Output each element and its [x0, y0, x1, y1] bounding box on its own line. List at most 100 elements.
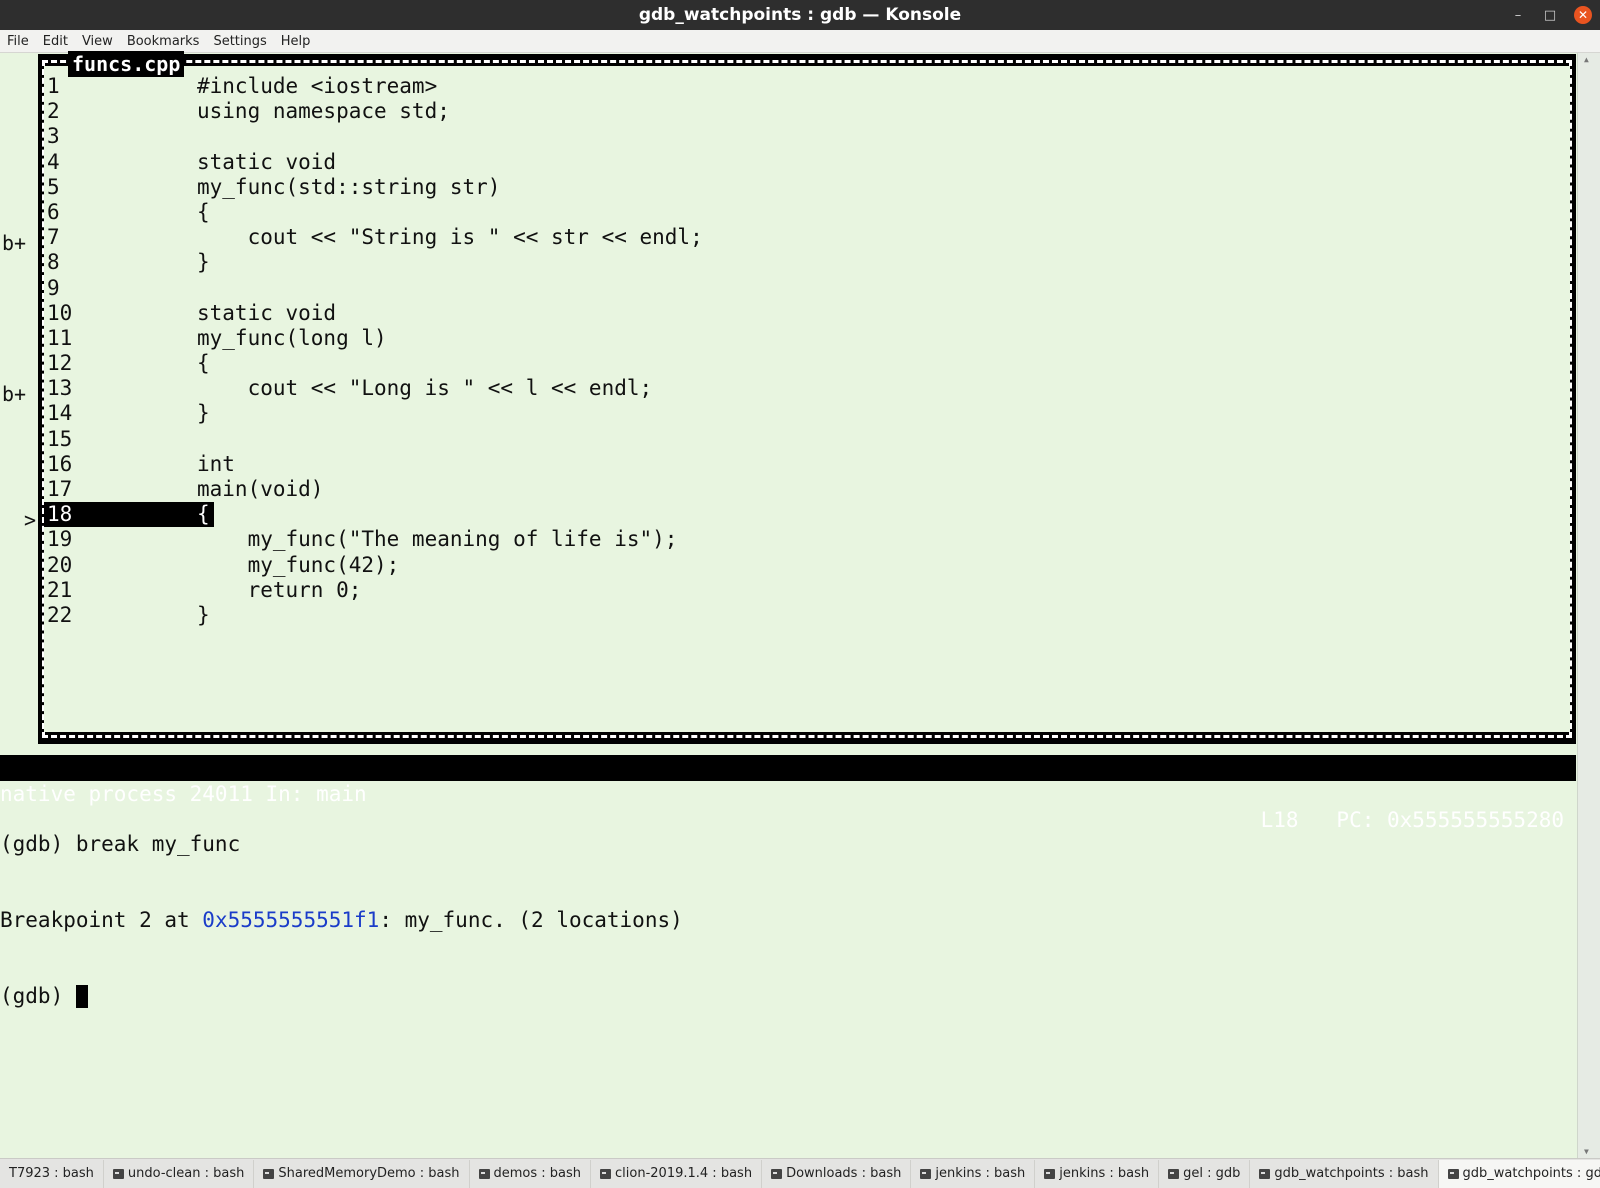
line-number: 14 — [47, 401, 73, 426]
source-window: 1 #include <iostream> 2 using namespace std… — [38, 51, 1576, 744]
line-number: 8 — [47, 250, 60, 275]
source-line: 4 static void — [44, 150, 1570, 175]
close-button[interactable]: ✕ — [1574, 6, 1592, 24]
source-text: { — [197, 351, 210, 376]
menu-settings[interactable]: Settings — [206, 34, 273, 49]
source-text: { — [197, 199, 210, 224]
source-line: 20 my_func(42); — [44, 553, 1570, 578]
menu-edit[interactable]: Edit — [36, 34, 75, 49]
source-line: 16 int — [44, 452, 1570, 477]
window-titlebar: gdb_watchpoints : gdb — Konsole – □ ✕ — [0, 0, 1600, 30]
terminal-icon — [478, 1168, 490, 1179]
line-number: 13 — [47, 376, 73, 401]
source-text: { — [197, 502, 214, 528]
source-line: 18{ — [44, 502, 1570, 528]
source-line: 1 #include <iostream> — [44, 74, 1570, 99]
terminal-icon — [263, 1168, 275, 1179]
session-tab[interactable]: clion-2019.1.4 : bash — [591, 1159, 763, 1188]
source-file-title: funcs.cpp — [68, 51, 185, 77]
session-tab[interactable]: demos : bash — [470, 1159, 592, 1188]
tab-label: gdb_watchpoints : bash — [1274, 1166, 1429, 1181]
menu-help[interactable]: Help — [274, 34, 318, 49]
source-line: 11 my_func(long l) — [44, 326, 1570, 351]
console-line: (gdb) break my_func — [0, 832, 241, 857]
source-text: int — [197, 451, 235, 476]
console-text: : my_func. (2 locations) — [379, 908, 683, 933]
source-text: using namespace std; — [197, 99, 450, 124]
minimize-button[interactable]: – — [1510, 8, 1526, 23]
session-tab[interactable]: gdb_watchpoints : bash — [1250, 1159, 1439, 1188]
terminal-icon — [1168, 1168, 1180, 1179]
source-text: } — [197, 250, 210, 275]
tab-label: undo-clean : bash — [127, 1166, 245, 1181]
source-text: main(void) — [197, 477, 324, 501]
tab-label: jenkins : bash — [935, 1166, 1026, 1181]
line-number: 21 — [47, 577, 73, 602]
tab-label: clion-2019.1.4 : bash — [615, 1166, 753, 1181]
breakpoint-marker: b+ — [2, 382, 27, 407]
tab-label: SharedMemoryDemo : bash — [278, 1166, 460, 1181]
menu-file[interactable]: File — [0, 34, 36, 49]
session-tab[interactable]: jenkins : bash — [1035, 1159, 1160, 1188]
source-text: cout << "Long is " << l << endl; — [197, 376, 653, 401]
terminal-area[interactable]: 1 #include <iostream> 2 using namespace std… — [0, 51, 1576, 1158]
line-number: 18 — [44, 502, 207, 528]
session-tab[interactable]: Downloads : bash — [762, 1159, 912, 1188]
session-tab[interactable]: undo-clean : bash — [104, 1159, 255, 1188]
tab-label: gel : gdb — [1183, 1166, 1241, 1181]
menu-bookmarks[interactable]: Bookmarks — [120, 34, 207, 49]
terminal-icon — [1447, 1168, 1459, 1179]
tab-label: demos : bash — [493, 1166, 582, 1181]
tab-label: gdb_watchpoints : gdb — [1462, 1166, 1600, 1181]
gdb-prompt: (gdb) — [0, 983, 76, 1008]
session-tab[interactable]: SharedMemoryDemo : bash — [254, 1159, 470, 1188]
source-line: 22} — [44, 603, 1570, 628]
line-number: 20 — [47, 552, 73, 577]
source-line: 15 — [44, 427, 1570, 452]
source-text: my_func(42); — [197, 552, 400, 577]
line-number: 5 — [47, 174, 60, 199]
source-line: 8} — [44, 250, 1570, 275]
source-line: 3 — [44, 124, 1570, 149]
gdb-status-line: native process 24011 In: main L18 PC: 0x… — [0, 755, 1576, 832]
session-tab[interactable]: T7923 : bash — [0, 1159, 104, 1188]
breakpoint-address: 0x5555555551f1 — [202, 908, 380, 933]
text-cursor — [75, 985, 88, 1009]
line-number: 22 — [47, 602, 73, 627]
source-line: 2 using namespace std; — [44, 99, 1570, 124]
line-number: 1 — [47, 74, 60, 98]
line-number: 12 — [47, 351, 73, 376]
tab-label: jenkins : bash — [1059, 1166, 1150, 1181]
source-code: 1 #include <iostream> 2 using namespace std… — [44, 74, 1570, 628]
gdb-console[interactable]: (gdb) break my_func Breakpoint 2 at 0x55… — [0, 782, 683, 1059]
source-line: 17 main(void) — [44, 477, 1570, 502]
vertical-scrollbar[interactable]: ▲ ▼ — [1577, 53, 1600, 1158]
line-number: 3 — [47, 124, 60, 149]
terminal-icon — [920, 1168, 932, 1179]
tab-label: T7923 : bash — [9, 1166, 94, 1181]
session-tab[interactable]: gdb_watchpoints : gdb — [1438, 1159, 1600, 1188]
menu-view[interactable]: View — [75, 34, 120, 49]
console-prompt-line[interactable]: (gdb) — [0, 984, 683, 1009]
line-number: 15 — [47, 426, 73, 451]
window-controls: – □ ✕ — [1510, 0, 1592, 30]
source-text: my_func("The meaning of life is"); — [197, 527, 678, 552]
source-line: 14} — [44, 401, 1570, 426]
scroll-down-arrow-icon[interactable]: ▼ — [1584, 1147, 1589, 1156]
source-text: } — [197, 401, 210, 426]
terminal-icon — [600, 1168, 612, 1179]
line-number: 19 — [47, 527, 73, 552]
terminal-icon — [1259, 1168, 1271, 1179]
breakpoint-marker: b+ — [2, 231, 27, 256]
maximize-button[interactable]: □ — [1542, 8, 1558, 23]
terminal-icon — [1044, 1168, 1056, 1179]
session-tab[interactable]: gel : gdb — [1159, 1159, 1251, 1188]
source-line: 19 my_func("The meaning of life is"); — [44, 527, 1570, 552]
session-tab[interactable]: jenkins : bash — [911, 1159, 1036, 1188]
window-title: gdb_watchpoints : gdb — Konsole — [638, 5, 962, 25]
scroll-up-arrow-icon[interactable]: ▲ — [1584, 55, 1589, 64]
terminal-icon — [771, 1168, 783, 1179]
line-number: 11 — [47, 325, 73, 350]
console-text: Breakpoint 2 at — [0, 908, 203, 933]
source-text: #include <iostream> — [197, 74, 438, 98]
